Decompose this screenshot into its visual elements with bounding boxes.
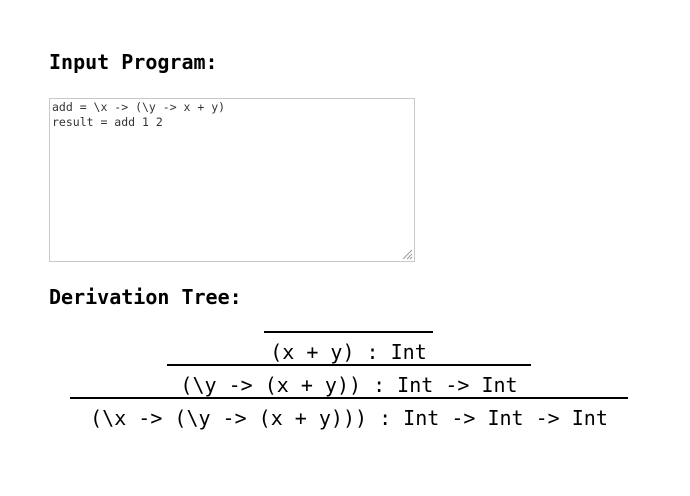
derivation-tree-heading: Derivation Tree: <box>49 285 242 309</box>
inference-rule-line <box>264 331 433 333</box>
resize-handle-icon[interactable] <box>401 248 413 260</box>
program-editor-frame: add = \x -> (\y -> x + y) result = add 1… <box>49 98 415 262</box>
typing-judgment: (\y -> (x + y)) : Int -> Int <box>180 373 518 397</box>
input-program-heading: Input Program: <box>49 50 218 74</box>
typing-judgment: (x + y) : Int <box>270 340 427 364</box>
inference-rule-line <box>167 364 531 366</box>
typing-judgment: (\x -> (\y -> (x + y))) : Int -> Int -> … <box>90 406 608 430</box>
program-input-textarea[interactable]: add = \x -> (\y -> x + y) result = add 1… <box>50 99 414 261</box>
inference-rule-line <box>70 397 628 399</box>
